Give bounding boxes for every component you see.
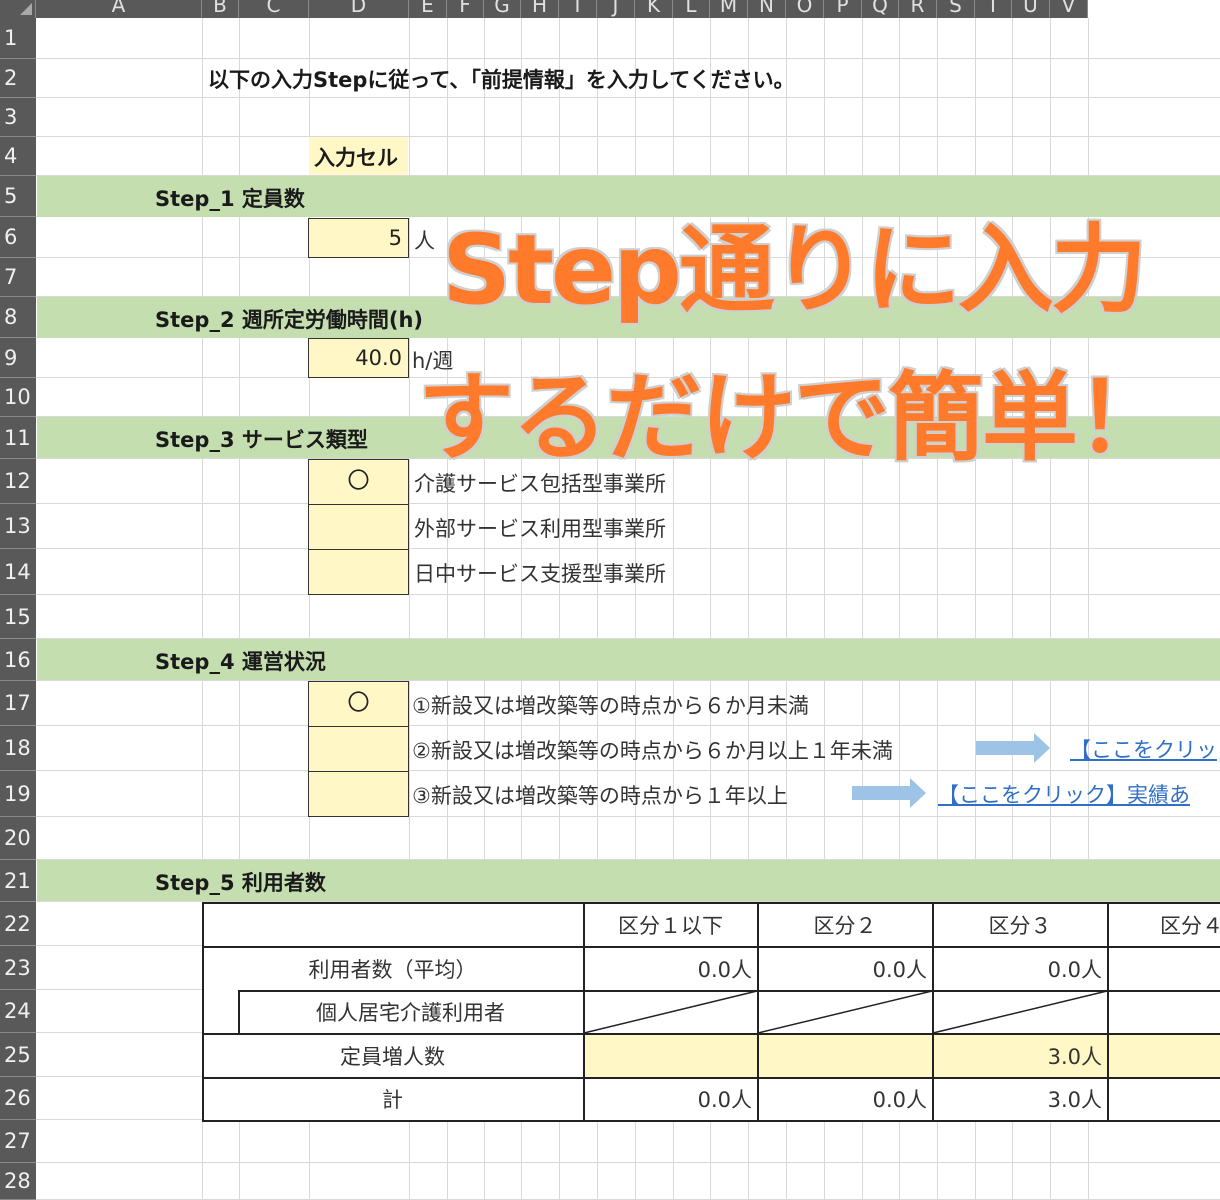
capacity-increase-input[interactable] bbox=[584, 1034, 752, 1077]
table-cell: 3.0人 bbox=[1047, 1088, 1102, 1112]
row-label-average-users: 利用者数（平均） bbox=[308, 957, 477, 982]
table-cell: 0.0人 bbox=[697, 957, 752, 982]
table-header-category-3: 区分３ bbox=[988, 913, 1052, 938]
table-header-category-2: 区分２ bbox=[813, 913, 877, 938]
table-cell: 0.0人 bbox=[872, 957, 927, 982]
table-header-category-1: 区分１以下 bbox=[618, 913, 723, 938]
spreadsheet-grid: ABCDEFGHIJKLMNOPQRSTUV 1 2 3 4 5 6 7 8 9 10 11 12 13… bbox=[0, 0, 1220, 1200]
row-label-total: 計 bbox=[382, 1088, 403, 1112]
overlay-headline-line1: Step通りに入力 bbox=[442, 214, 1147, 326]
capacity-increase-input[interactable] bbox=[758, 1034, 927, 1077]
not-applicable-diagonals bbox=[583, 990, 1108, 1034]
table-cell: 0.0人 bbox=[697, 1088, 752, 1112]
capacity-increase-input[interactable]: 3.0人 bbox=[933, 1034, 1102, 1077]
row-label-capacity-increase: 定員増人数 bbox=[340, 1044, 445, 1069]
table-header-category-4: 区分４ bbox=[1160, 913, 1220, 938]
table-cell: 0.0人 bbox=[1047, 957, 1102, 982]
table-cell: 0.0人 bbox=[872, 1088, 927, 1112]
row-label-home-care-users: 個人居宅介護利用者 bbox=[316, 1001, 505, 1025]
overlay-headline-line2: するだけで簡単！ bbox=[418, 362, 1172, 474]
